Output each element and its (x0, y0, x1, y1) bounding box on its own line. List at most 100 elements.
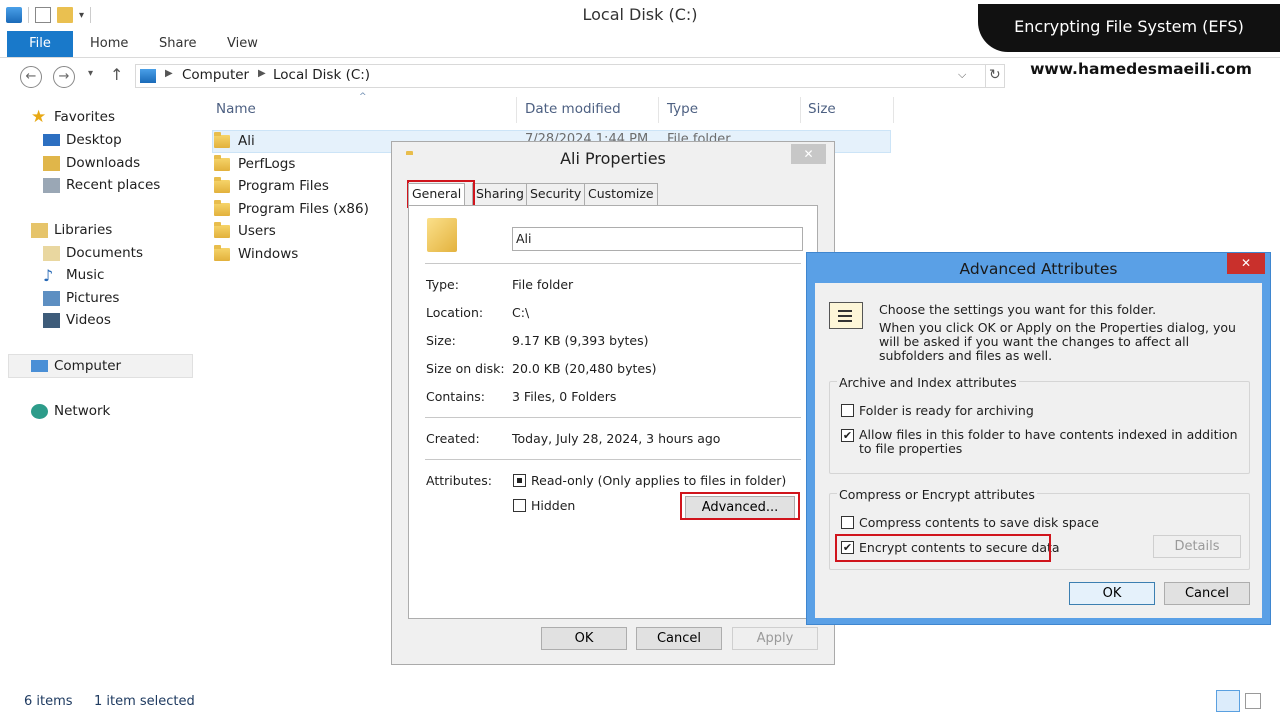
file-name: Users (238, 223, 276, 239)
nav-label: Desktop (66, 132, 122, 148)
contains-value: 3 Files, 0 Folders (512, 389, 617, 404)
nav-label: Network (54, 403, 111, 419)
nav-label: Favorites (54, 109, 115, 125)
star-icon: ★ (31, 106, 47, 127)
breadcrumb-computer[interactable]: Computer (182, 67, 249, 83)
folder-large-icon (427, 218, 457, 252)
breadcrumb-local-disk[interactable]: Local Disk (C:) (273, 67, 370, 83)
folder-icon (214, 154, 230, 171)
table-row[interactable]: PerfLogs (214, 153, 295, 175)
nav-label: Music (66, 267, 105, 283)
nav-network[interactable]: Network (31, 401, 110, 421)
tab-home[interactable]: Home (78, 31, 140, 57)
advanced-title-bar: Advanced Attributes ✕ (807, 253, 1270, 283)
folder-icon (214, 199, 230, 216)
readonly-checkbox[interactable] (513, 474, 526, 487)
close-icon[interactable]: ✕ (791, 144, 826, 164)
apply-button[interactable]: Apply (732, 627, 818, 650)
file-name: Ali (238, 133, 255, 149)
column-date-modified[interactable]: Date modified (525, 101, 621, 119)
encrypt-option-highlight (835, 534, 1051, 562)
file-name: PerfLogs (238, 156, 296, 172)
tab-view[interactable]: View (215, 31, 270, 57)
intro-text: Choose the settings you want for this fo… (879, 302, 1157, 317)
compress-label: Compress contents to save disk space (859, 515, 1099, 530)
nav-desktop[interactable]: Desktop (43, 130, 122, 150)
cancel-button[interactable]: Cancel (636, 627, 722, 650)
documents-icon (43, 245, 60, 261)
readonly-label: Read-only (Only applies to files in fold… (531, 473, 787, 488)
recent-locations-icon[interactable]: ▾ (88, 68, 93, 79)
type-value: File folder (512, 277, 574, 292)
libraries-icon (31, 222, 48, 238)
location-label: Location: (426, 305, 484, 320)
network-icon (31, 403, 48, 419)
column-size[interactable]: Size (808, 101, 836, 119)
address-dropdown-icon[interactable]: ⌵ (958, 68, 966, 82)
desktop-icon (43, 134, 60, 146)
nav-music[interactable]: ♪ Music (43, 265, 104, 285)
tab-file[interactable]: File (7, 31, 73, 57)
index-checkbox[interactable]: ✔ (841, 429, 854, 442)
table-row[interactable]: Program Files (214, 175, 329, 197)
table-row[interactable]: Program Files (x86) (214, 198, 369, 220)
table-row[interactable]: Users (214, 220, 276, 242)
nav-downloads[interactable]: Downloads (43, 153, 140, 173)
videos-icon (43, 312, 60, 328)
tab-general[interactable]: General (408, 183, 466, 205)
column-name[interactable]: Name (216, 101, 256, 119)
properties-title-bar: Ali Properties ✕ (392, 142, 834, 174)
music-icon: ♪ (43, 265, 54, 285)
details-view-icon[interactable] (1216, 690, 1240, 712)
nav-computer[interactable]: Computer (31, 356, 121, 376)
archive-label: Folder is ready for archiving (859, 403, 1034, 418)
folder-icon (214, 221, 230, 238)
nav-documents[interactable]: Documents (43, 243, 143, 263)
up-icon[interactable]: ↑ (110, 65, 123, 84)
website-label: www.hamedesmaeili.com (1030, 60, 1252, 78)
ok-button[interactable]: OK (541, 627, 627, 650)
archive-index-group-label: Archive and Index attributes (837, 375, 1019, 390)
pictures-icon (43, 290, 60, 306)
tab-security[interactable]: Security (526, 183, 586, 205)
nav-videos[interactable]: Videos (43, 310, 111, 330)
breadcrumb-separator-icon: ▶ (258, 68, 266, 79)
table-row[interactable]: Windows (214, 243, 298, 265)
general-tab-page: Ali Type: File folder Location: C:\ Size… (408, 205, 818, 619)
column-type[interactable]: Type (667, 101, 698, 119)
attributes-icon (829, 302, 863, 329)
nav-libraries[interactable]: Libraries (31, 220, 112, 240)
nav-pictures[interactable]: Pictures (43, 288, 119, 308)
nav-label: Pictures (66, 290, 120, 306)
intro-detail-text: When you click OK or Apply on the Proper… (879, 320, 1236, 363)
details-button[interactable]: Details (1153, 535, 1241, 558)
tab-sharing[interactable]: Sharing (472, 183, 528, 205)
back-icon[interactable]: ← (20, 66, 42, 88)
tab-share[interactable]: Share (147, 31, 209, 57)
file-name: Program Files (x86) (238, 201, 369, 217)
created-value: Today, July 28, 2024, 3 hours ago (512, 431, 721, 446)
nav-favorites[interactable]: ★ Favorites (31, 107, 115, 127)
tab-customize[interactable]: Customize (584, 183, 658, 205)
recent-places-icon (43, 177, 60, 193)
close-icon[interactable]: ✕ (1227, 253, 1265, 274)
cancel-button[interactable]: Cancel (1164, 582, 1250, 605)
efs-banner: Encrypting File System (EFS) (978, 4, 1280, 52)
folder-name-input[interactable]: Ali (512, 227, 803, 251)
ok-button[interactable]: OK (1069, 582, 1155, 605)
advanced-body: Choose the settings you want for this fo… (815, 283, 1262, 618)
size-value: 9.17 KB (9,393 bytes) (512, 333, 649, 348)
nav-recent-places[interactable]: Recent places (43, 175, 160, 195)
type-label: Type: (426, 277, 459, 292)
compress-checkbox[interactable] (841, 516, 854, 529)
index-label: Allow files in this folder to have conte… (859, 427, 1238, 456)
address-box[interactable]: ▶ Computer ▶ Local Disk (C:) ⌵ ↻ (135, 64, 1005, 88)
table-row[interactable]: Ali (214, 130, 255, 152)
contains-label: Contains: (426, 389, 485, 404)
folder-icon (214, 131, 230, 148)
forward-icon[interactable]: → (53, 66, 75, 88)
hidden-checkbox[interactable] (513, 499, 526, 512)
large-icons-view-icon[interactable] (1245, 693, 1261, 709)
archive-checkbox[interactable] (841, 404, 854, 417)
refresh-icon[interactable]: ↻ (989, 67, 1001, 83)
